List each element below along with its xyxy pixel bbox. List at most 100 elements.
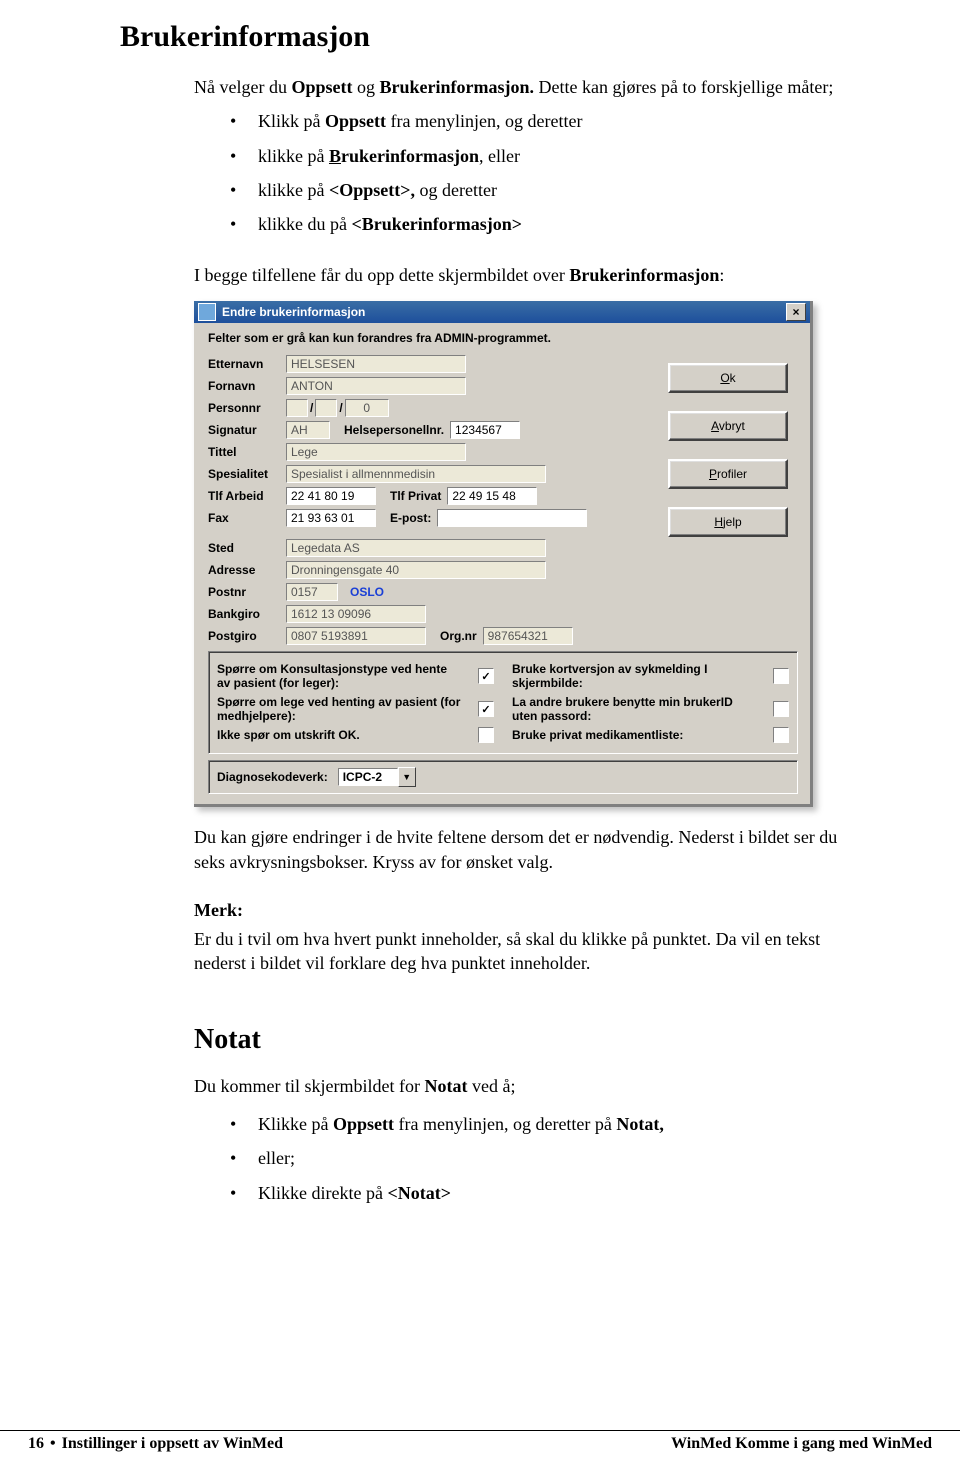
paragraph: Er du i tvil om hva hvert punkt innehold… — [194, 927, 840, 976]
checkbox[interactable]: ✓ — [478, 668, 494, 684]
field-fornavn: ANTON — [286, 377, 466, 395]
list-item: Klikk på Oppsett fra menylinjen, og dere… — [230, 109, 840, 133]
footer-right: WinMed Komme i gang med WinMed — [671, 1435, 932, 1453]
checkbox[interactable] — [773, 668, 789, 684]
label-tittel: Tittel — [208, 445, 286, 459]
poststed-value: OSLO — [350, 585, 384, 599]
list-item: Klikke på Oppsett fra menylinjen, og der… — [230, 1112, 840, 1136]
field-epost[interactable] — [437, 509, 587, 527]
field-orgnr: 987654321 — [483, 627, 573, 645]
bold: <Brukerinformasjon> — [351, 214, 522, 234]
label-postgiro: Postgiro — [208, 629, 286, 643]
txt: Nå velger du — [194, 77, 291, 97]
checkbox[interactable] — [773, 727, 789, 743]
field-sted: Legedata AS — [286, 539, 546, 557]
field-personnr-2 — [315, 399, 337, 417]
txt: Du kommer til skjermbildet for — [194, 1076, 424, 1096]
txt: og — [352, 77, 379, 97]
bold: Oppsett — [333, 1114, 394, 1134]
bold: Notat — [424, 1076, 467, 1096]
dialog-hint: Felter som er grå kan kun forandres fra … — [208, 331, 798, 345]
opt-label: Bruke kortversjon av sykmelding I skjerm… — [512, 662, 767, 691]
chevron-down-icon[interactable]: ▼ — [398, 767, 416, 787]
help-button[interactable]: Hjelp — [668, 507, 788, 537]
footer-left: 16•Instillinger i oppsett av WinMed — [28, 1435, 283, 1453]
checkbox[interactable]: ✓ — [478, 701, 494, 717]
paragraph: Du kan gjøre endringer i de hvite felten… — [194, 825, 840, 874]
txt: I begge tilfellene får du opp dette skje… — [194, 265, 569, 285]
close-icon[interactable]: × — [786, 303, 806, 321]
label-epost: E-post: — [390, 511, 431, 525]
txt: vbryt — [719, 419, 745, 433]
field-postnr: 0157 — [286, 583, 338, 601]
label-fax: Fax — [208, 511, 286, 525]
window-title: Endre brukerinformasjon — [222, 305, 365, 319]
txt: og deretter — [415, 180, 497, 200]
cancel-button[interactable]: Avbryt — [668, 411, 788, 441]
paragraph: Du kommer til skjermbildet for Notat ved… — [194, 1074, 840, 1098]
bold: Oppsett — [325, 111, 386, 131]
txt: rukerinformasjon — [341, 146, 479, 166]
bold: Oppsett — [291, 77, 352, 97]
txt: rofiler — [717, 467, 747, 481]
txt: klikke på — [258, 146, 329, 166]
page-number: 16 — [28, 1435, 44, 1452]
field-personnr-1 — [286, 399, 308, 417]
list-item: eller; — [230, 1146, 840, 1170]
txt: : — [719, 265, 724, 285]
dialog-screenshot: Endre brukerinformasjon × Felter som er … — [194, 301, 813, 808]
window-icon — [198, 303, 216, 321]
bold: Brukerinformasjon — [329, 146, 479, 166]
paragraph: I begge tilfellene får du opp dette skje… — [194, 263, 840, 287]
field-bankgiro: 1612 13 09096 — [286, 605, 426, 623]
button-column: Ok Avbryt Profiler Hjelp — [668, 363, 788, 555]
bold: <Notat> — [387, 1183, 451, 1203]
field-fax[interactable]: 21 93 63 01 — [286, 509, 376, 527]
label-tlfarbeid: Tlf Arbeid — [208, 489, 286, 503]
label-spesialitet: Spesialitet — [208, 467, 286, 481]
label-personnr: Personnr — [208, 401, 286, 415]
mnemonic: O — [720, 371, 729, 385]
txt: fra menylinjen, og deretter — [386, 111, 582, 131]
list-item: klikke på Brukerinformasjon, eller — [230, 144, 840, 168]
bold: <Oppsett>, — [329, 180, 415, 200]
diagnose-combo[interactable]: ICPC-2 ▼ — [338, 767, 416, 787]
label-orgnr: Org.nr — [440, 629, 477, 643]
options-panel: Spørre om Konsultasjonstype ved hente av… — [208, 651, 798, 755]
footer-left-text: Instillinger i oppsett av WinMed — [62, 1435, 283, 1452]
ok-button[interactable]: Ok — [668, 363, 788, 393]
txt: jelp — [723, 515, 742, 529]
section-heading-notat: Notat — [194, 1024, 840, 1056]
txt: Klikke direkte på — [258, 1183, 387, 1203]
txt: k — [730, 371, 736, 385]
combo-value: ICPC-2 — [338, 768, 398, 786]
label-signatur: Signatur — [208, 423, 286, 437]
label-postnr: Postnr — [208, 585, 286, 599]
checkbox[interactable] — [773, 701, 789, 717]
field-adresse: Dronningensgate 40 — [286, 561, 546, 579]
mnemonic: A — [711, 419, 719, 433]
profiles-button[interactable]: Profiler — [668, 459, 788, 489]
txt: klikke på — [258, 180, 329, 200]
label-hpnr: Helsepersonellnr. — [344, 423, 444, 437]
mnemonic: P — [709, 467, 717, 481]
instruction-list: Klikk på Oppsett fra menylinjen, og dere… — [120, 109, 840, 236]
list-item: Klikke direkte på <Notat> — [230, 1181, 840, 1205]
txt: Dette kan gjøres på to forskjellige måte… — [534, 77, 833, 97]
label-fornavn: Fornavn — [208, 379, 286, 393]
txt: ved å; — [467, 1076, 515, 1096]
field-tlfarbeid[interactable]: 22 41 80 19 — [286, 487, 376, 505]
field-hpnr[interactable]: 1234567 — [450, 421, 520, 439]
diagnose-panel: Diagnosekodeverk: ICPC-2 ▼ — [208, 760, 798, 794]
txt: Klikke på — [258, 1114, 333, 1134]
txt: Klikk på — [258, 111, 325, 131]
intro-paragraph: Nå velger du Oppsett og Brukerinformasjo… — [194, 76, 840, 99]
field-tittel: Lege — [286, 443, 466, 461]
label-sted: Sted — [208, 541, 286, 555]
opt-label: Bruke privat medikamentliste: — [512, 728, 767, 742]
opt-label: La andre brukere benytte min brukerID ut… — [512, 695, 767, 724]
list-item: klikke du på <Brukerinformasjon> — [230, 212, 840, 236]
field-tlfprivat[interactable]: 22 49 15 48 — [447, 487, 537, 505]
checkbox[interactable] — [478, 727, 494, 743]
opt-label: Ikke spør om utskrift OK. — [217, 728, 472, 742]
